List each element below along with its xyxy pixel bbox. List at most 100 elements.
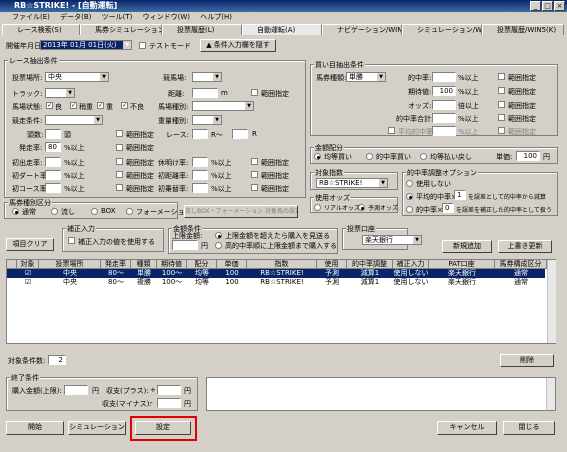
- avg-hit-range-checkbox[interactable]: [498, 127, 505, 134]
- hit-range-checkbox[interactable]: [498, 73, 505, 80]
- clear-button[interactable]: 項目クリア: [6, 238, 54, 251]
- hit-sum-range-checkbox[interactable]: [498, 114, 505, 121]
- good-checkbox[interactable]: ✓: [46, 102, 53, 109]
- buy-box-radio[interactable]: [91, 208, 98, 215]
- buy-formation-radio[interactable]: [126, 208, 133, 215]
- menu-file[interactable]: ファイル(E): [12, 13, 50, 21]
- first-run-range-checkbox[interactable]: [116, 158, 123, 165]
- cancel-button[interactable]: キャンセル: [437, 421, 497, 435]
- race-cond-select[interactable]: [45, 115, 103, 125]
- update-button[interactable]: 上書き更新: [498, 240, 552, 253]
- horses-input[interactable]: [45, 129, 61, 139]
- surface-type-select[interactable]: [192, 101, 254, 111]
- date-picker[interactable]: 2013年 01月 01日(火): [40, 40, 132, 50]
- simulation-button[interactable]: シミュレーション: [68, 421, 126, 435]
- hit-mult-input[interactable]: 0: [442, 203, 454, 213]
- maximize-button[interactable]: □: [542, 1, 553, 11]
- first-dist-range-checkbox[interactable]: [251, 171, 258, 178]
- first-dist-input[interactable]: [192, 170, 208, 180]
- tab-race-search[interactable]: レース検索(S): [2, 24, 80, 35]
- plus-input[interactable]: [157, 385, 181, 395]
- buy-nagashi-radio[interactable]: [51, 208, 58, 215]
- jockey-change-range-checkbox[interactable]: [251, 184, 258, 191]
- hide-conditions-button[interactable]: ▲ 条件入力欄を隠す: [200, 39, 276, 52]
- horses-range-checkbox[interactable]: [116, 130, 123, 137]
- start-rate-input[interactable]: 80: [45, 142, 61, 152]
- rest-range-checkbox[interactable]: [251, 158, 258, 165]
- buy-limit-input[interactable]: [64, 385, 88, 395]
- first-dirt-input[interactable]: [45, 170, 61, 180]
- fix-input-checkbox[interactable]: [68, 237, 75, 244]
- weight-type-select[interactable]: [192, 115, 222, 125]
- tab-auto[interactable]: 自動運転(A): [242, 24, 322, 35]
- menu-help[interactable]: ヘルプ(H): [200, 13, 232, 21]
- settings-button[interactable]: 設定: [135, 421, 191, 435]
- table-row[interactable]: ☑ 中央 80〜 複勝 100〜 均等 100 RB☆STRIKE! 予測 減算…: [7, 278, 545, 287]
- skip-over-radio[interactable]: [215, 232, 222, 239]
- hit-rate-input[interactable]: [432, 72, 456, 82]
- upper-money-input[interactable]: [172, 240, 198, 250]
- tab-sim-win5[interactable]: シミュレーション/WIN5(J): [402, 24, 482, 35]
- table-cell[interactable]: ☑: [17, 278, 39, 287]
- rest-rate-input[interactable]: [192, 157, 208, 167]
- hit-mult-radio[interactable]: [406, 206, 413, 213]
- distance-range-checkbox[interactable]: [251, 89, 258, 96]
- real-odds-radio[interactable]: [314, 204, 321, 211]
- table-cell[interactable]: ☑: [17, 269, 39, 278]
- tab-history-win5[interactable]: 投票履歴/WIN5(K): [482, 24, 564, 35]
- track-select[interactable]: [45, 88, 75, 98]
- tab-history[interactable]: 投票履歴(L): [162, 24, 242, 35]
- tab-nav-win5[interactable]: ナビゲーション/WIN5(N): [322, 24, 402, 35]
- new-add-button[interactable]: 新規追加: [442, 240, 492, 253]
- avg-hit-input[interactable]: [432, 126, 456, 136]
- bet-account-select[interactable]: 楽天銀行: [362, 235, 422, 245]
- place-select[interactable]: 中央: [45, 72, 109, 82]
- heavy-checkbox[interactable]: ✓: [97, 102, 104, 109]
- unit-price-input[interactable]: 100: [516, 151, 540, 161]
- table-scrollbar[interactable]: [547, 260, 556, 343]
- log-scrollbar[interactable]: [546, 378, 555, 410]
- first-course-input[interactable]: [45, 183, 61, 193]
- minimize-button[interactable]: _: [530, 1, 541, 11]
- start-range-checkbox[interactable]: [116, 144, 123, 151]
- index-select[interactable]: RB☆STRIKE!: [316, 178, 388, 188]
- first-run-input[interactable]: [45, 157, 61, 167]
- first-course-range-checkbox[interactable]: [116, 184, 123, 191]
- slightly-heavy-checkbox[interactable]: ✓: [70, 102, 77, 109]
- hit-none-radio[interactable]: [406, 180, 413, 187]
- test-mode-checkbox[interactable]: [139, 42, 146, 49]
- odds-input[interactable]: [432, 100, 456, 110]
- race-to-input[interactable]: [232, 129, 248, 139]
- conditions-table[interactable]: 対象 投票場所 発走率 種類 期待値 配分 単価 指数 使用 的中率調整 補正入…: [6, 259, 556, 344]
- race-from-input[interactable]: [192, 129, 208, 139]
- formation-setting-button[interactable]: 流しBOX・フォーメーション 対象馬の設定: [184, 205, 298, 218]
- equal-buy-radio[interactable]: [314, 153, 321, 160]
- menu-data[interactable]: データ(B): [60, 13, 91, 21]
- jockey-change-input[interactable]: [192, 183, 208, 193]
- buy-normal-radio[interactable]: [12, 208, 19, 215]
- log-textarea[interactable]: [206, 377, 556, 411]
- close-button[interactable]: ×: [554, 1, 565, 11]
- menu-tools[interactable]: ツール(T): [102, 13, 133, 21]
- equal-payout-radio[interactable]: [420, 153, 427, 160]
- start-button[interactable]: 開始: [6, 421, 64, 435]
- distance-input[interactable]: [192, 88, 218, 98]
- ticket-type-select[interactable]: 単勝: [346, 72, 386, 82]
- hit-sum-input[interactable]: [432, 113, 456, 123]
- bad-checkbox[interactable]: ✓: [121, 102, 128, 109]
- avg-hit-checkbox[interactable]: [388, 127, 395, 134]
- menu-window[interactable]: ウィンドウ(W): [143, 13, 190, 21]
- hit-buy-radio[interactable]: [366, 153, 373, 160]
- expect-range-checkbox[interactable]: [498, 87, 505, 94]
- delete-button[interactable]: 削除: [500, 354, 554, 367]
- hit-avg-input[interactable]: 1: [454, 190, 466, 200]
- tab-simulation[interactable]: 馬券シミュレーション(B): [80, 24, 162, 35]
- track-name-select[interactable]: [192, 72, 222, 82]
- close-dialog-button[interactable]: 閉じる: [503, 421, 555, 435]
- minus-input[interactable]: [157, 398, 181, 408]
- table-row[interactable]: ☑ 中央 80〜 単勝 100〜 均等 100 RB☆STRIKE! 予測 減算…: [7, 269, 545, 278]
- buy-to-limit-radio[interactable]: [215, 242, 222, 249]
- hit-avg-radio[interactable]: [406, 193, 413, 200]
- first-dirt-range-checkbox[interactable]: [116, 171, 123, 178]
- expect-input[interactable]: 100: [432, 86, 456, 96]
